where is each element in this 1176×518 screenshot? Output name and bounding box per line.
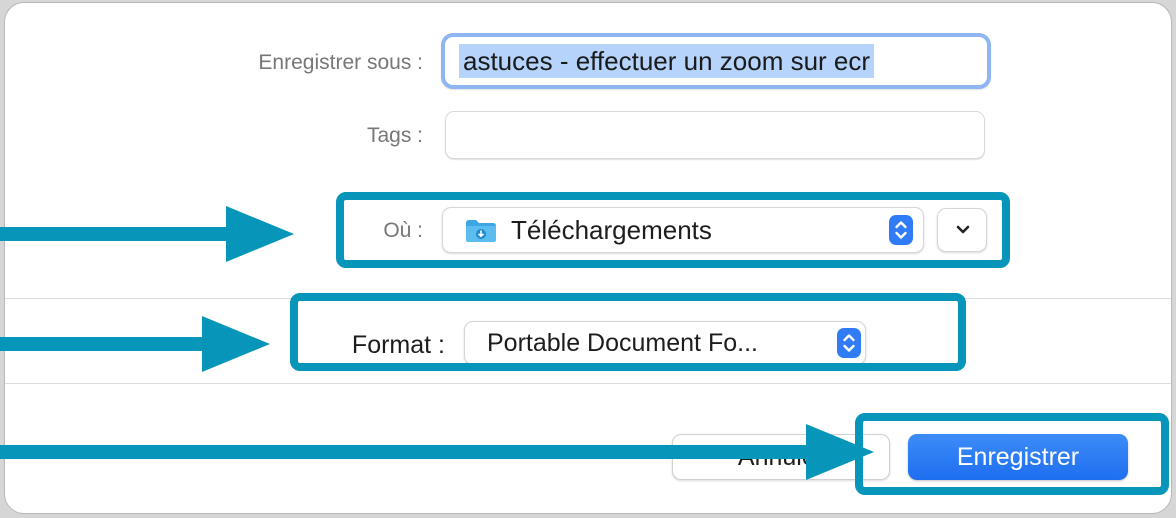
save-as-label: Enregistrer sous : (258, 51, 423, 74)
tags-label: Tags : (366, 124, 423, 147)
chevron-down-icon (956, 225, 970, 234)
downloads-folder-icon (465, 219, 497, 248)
filename-text[interactable]: astuces - effectuer un zoom sur ecr (459, 44, 875, 78)
format-popup[interactable]: Portable Document Fo... (464, 321, 866, 365)
tags-input[interactable] (445, 111, 985, 159)
cancel-button[interactable]: Annuler (672, 434, 890, 480)
updown-chevron-icon[interactable] (837, 328, 861, 358)
filename-input[interactable]: astuces - effectuer un zoom sur ecr (441, 33, 991, 89)
divider-top (5, 298, 1171, 299)
save-dialog: Enregistrer sous : astuces - effectuer u… (4, 2, 1172, 514)
save-button[interactable]: Enregistrer (908, 434, 1128, 480)
updown-chevron-icon[interactable] (889, 215, 913, 245)
where-popup[interactable]: Téléchargements (442, 207, 924, 253)
expand-button[interactable] (937, 208, 987, 252)
where-label: Où : (383, 219, 423, 242)
format-value: Portable Document Fo... (487, 329, 758, 357)
where-value: Téléchargements (511, 215, 712, 245)
divider-bottom (5, 383, 1171, 384)
format-label: Format : (351, 331, 445, 359)
